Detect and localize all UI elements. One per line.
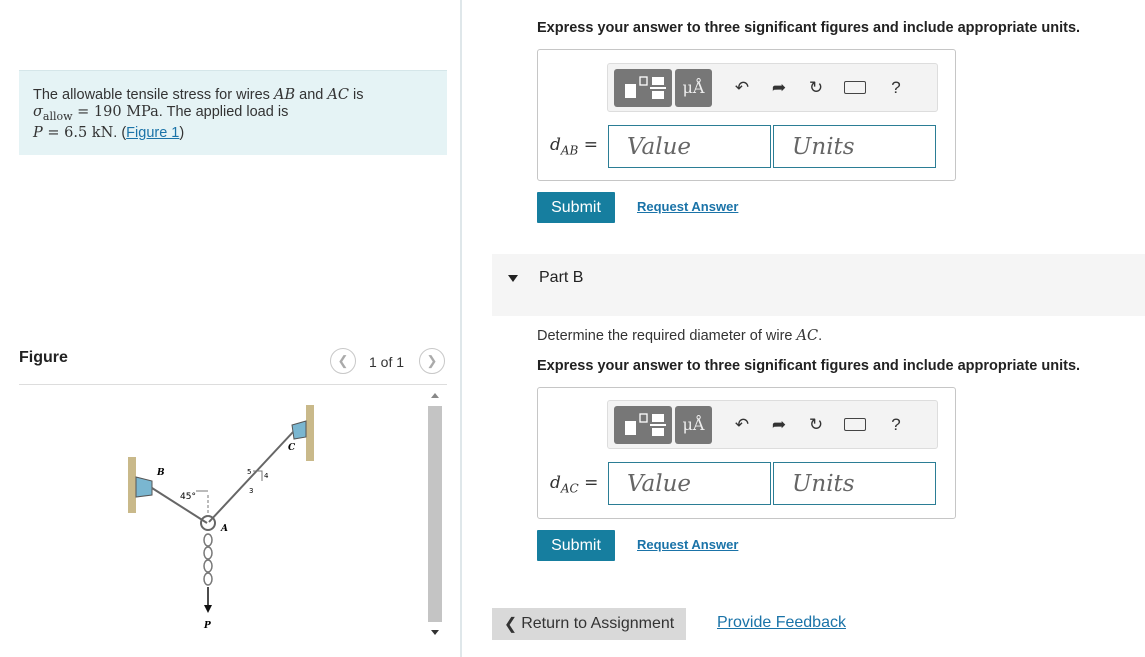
equals-sign: = [583,135,599,155]
part-a-request-answer-link[interactable]: Request Answer [637,199,738,214]
redo-icon[interactable]: ➦ [763,415,795,435]
label-angle: 45° [180,492,196,502]
figure-title: Figure [19,349,68,366]
units-symbols-button[interactable]: μÅ [675,68,712,107]
part-a-instruction: Express your answer to three significant… [537,20,1081,36]
part-b-request-answer-link[interactable]: Request Answer [637,537,738,552]
chevron-right-icon: ❯ [426,353,438,368]
load-value: = 6.5 kN [42,124,114,141]
load-arrowhead [204,605,212,613]
var-subscript-ac: AC [560,481,579,496]
label-a: A [220,524,228,534]
problem-text: is [348,87,364,103]
chevron-left-icon: ❮ [503,616,518,633]
var-subscript-ab: AB [560,143,579,158]
bracket-c [291,420,307,440]
problem-text: ) [179,124,185,141]
chain [203,533,213,586]
label-p: P [203,621,211,631]
templates-button[interactable] [614,68,672,107]
problem-text: . ( [113,124,127,141]
problem-text: and [295,87,328,103]
panel-separator [460,0,462,657]
part-b-question: Determine the required diameter of wire … [537,328,822,344]
part-b-instruction: Express your answer to three significant… [537,358,1081,374]
left-wall [128,457,136,513]
part-b-question-text: Determine the required diameter of wire [537,328,797,344]
redo-icon[interactable]: ➦ [763,78,795,98]
reset-icon[interactable]: ↻ [800,78,832,98]
part-a-toolbar: μÅ ↶ ➦ ↻ ? [607,63,938,112]
figure-link[interactable]: Figure 1 [126,125,179,141]
reset-icon[interactable]: ↻ [800,415,832,435]
figure-divider [19,384,447,385]
allow-subscript: allow [42,109,73,123]
part-b-question-var: AC [796,328,819,344]
d-ac-value-input[interactable]: Value [608,462,771,505]
collapse-triangle-icon [508,275,518,282]
var-d: d [550,473,561,493]
part-b-header[interactable]: Part B [492,254,1145,316]
scroll-down-icon[interactable] [427,627,443,639]
label-b: B [156,468,165,478]
problem-text: The allowable tensile stress for wires [33,87,274,103]
sigma-symbol: σ [33,104,43,120]
label-four: 4 [264,472,269,480]
label-c: C [288,443,296,453]
problem-statement: The allowable tensile stress for wires A… [19,70,447,155]
chevron-left-icon: ❮ [337,353,349,368]
units-symbols-button[interactable]: μÅ [675,405,712,444]
d-ac-label: dAC = [550,473,598,495]
undo-icon[interactable]: ↶ [726,78,758,98]
help-button[interactable]: ? [880,78,912,98]
ring-a [200,515,216,531]
d-ab-units-input[interactable]: Units [773,125,936,168]
d-ab-label: dAB = [550,135,598,157]
equals-sign: = [584,473,599,493]
templates-icon [625,412,666,436]
stress-value: = 190 MPa [72,104,159,120]
label-three: 3 [249,487,253,495]
keyboard-icon[interactable] [844,81,866,94]
figure-scrollbar-thumb[interactable] [428,406,442,622]
return-to-assignment-button[interactable]: ❮ Return to Assignment [492,608,686,640]
scroll-up-icon[interactable] [427,389,443,401]
problem-text: . The applied load is [158,104,289,120]
part-a-answer-box: μÅ ↶ ➦ ↻ ? dAB = Value Units [537,49,956,181]
provide-feedback-link[interactable]: Provide Feedback [717,614,846,632]
prev-figure-button[interactable]: ❮ [330,348,356,374]
figure-page-count: 1 of 1 [369,354,405,370]
wire-ac-symbol: AC [327,87,349,103]
keyboard-icon[interactable] [844,418,866,431]
right-wall [306,405,314,461]
bracket-b [135,476,153,498]
part-a-submit-button[interactable]: Submit [537,192,615,223]
part-b-title: Part B [539,269,584,286]
wire-ab-symbol: AB [273,87,296,103]
part-b-submit-button[interactable]: Submit [537,530,615,561]
part-b-answer-box: μÅ ↶ ➦ ↻ ? dAC = Value Units [537,387,956,519]
part-b-toolbar: μÅ ↶ ➦ ↻ ? [607,400,938,449]
label-five: 5 [247,468,251,476]
wire-ac [208,431,294,523]
var-d: d [550,135,561,155]
d-ac-units-input[interactable]: Units [773,462,936,505]
undo-icon[interactable]: ↶ [726,415,758,435]
templates-icon [625,75,666,99]
figure-diagram: B C A P 45° 5 4 3 [128,405,314,631]
help-button[interactable]: ? [880,415,912,435]
return-label: Return to Assignment [521,615,675,632]
templates-button[interactable] [614,405,672,444]
next-figure-button[interactable]: ❯ [419,348,445,374]
load-symbol: P [33,124,43,141]
part-b-question-end: . [818,328,823,344]
d-ab-value-input[interactable]: Value [608,125,771,168]
